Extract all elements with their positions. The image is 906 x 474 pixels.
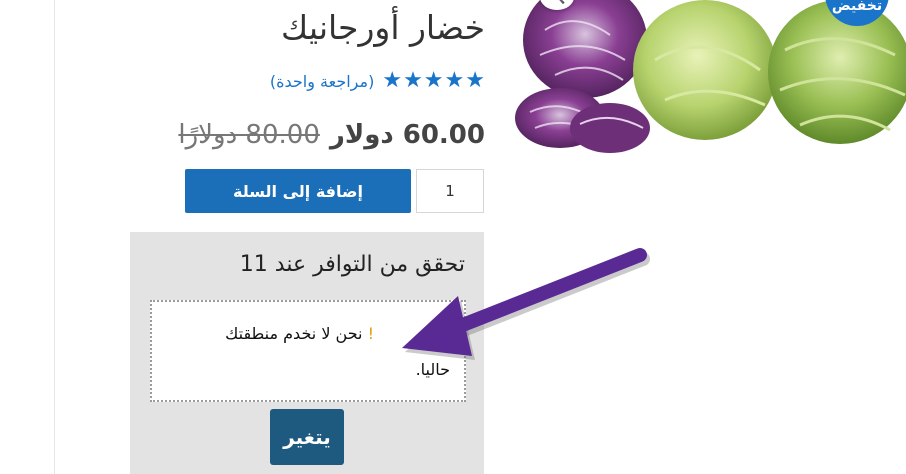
availability-heading: تحقق من التوافر عند 11 <box>239 252 465 277</box>
star-icon: ★ <box>403 68 423 93</box>
old-price: 80.00 دولارًا <box>178 120 320 150</box>
star-icon: ★ <box>382 68 403 93</box>
price-row: 80.00 دولارًا 60.00 دولار <box>178 120 485 150</box>
sale-price: 60.00 دولار <box>329 120 485 150</box>
star-icon: ★ <box>423 68 444 93</box>
quantity-input[interactable] <box>416 169 484 213</box>
availability-box: تحقق من التوافر عند 11 ! نحن لا نخدم منط… <box>130 232 484 474</box>
message-line-1: ! نحن لا نخدم منطقتك <box>225 324 374 343</box>
change-location-button[interactable]: يتغير <box>270 409 344 465</box>
message-line-2: حاليا. <box>415 360 450 379</box>
availability-message: ! نحن لا نخدم منطقتك حاليا. <box>150 300 466 402</box>
warning-mark: ! <box>367 324 374 343</box>
star-icon: ★ <box>465 68 485 93</box>
sale-badge-label: تخفيض <box>831 0 883 14</box>
left-divider <box>54 0 55 474</box>
product-title: خضار أورجانيك <box>281 8 485 47</box>
add-to-cart-button[interactable]: إضافة إلى السلة <box>185 169 411 213</box>
review-count-link[interactable]: (مراجعة واحدة) <box>270 72 374 91</box>
message-text: نحن لا نخدم منطقتك <box>225 324 363 343</box>
star-rating: ★ ★ ★ ★ ★ <box>382 70 485 92</box>
rating-row: ★ ★ ★ ★ ★ (مراجعة واحدة) <box>270 70 485 92</box>
star-icon: ★ <box>444 68 465 93</box>
